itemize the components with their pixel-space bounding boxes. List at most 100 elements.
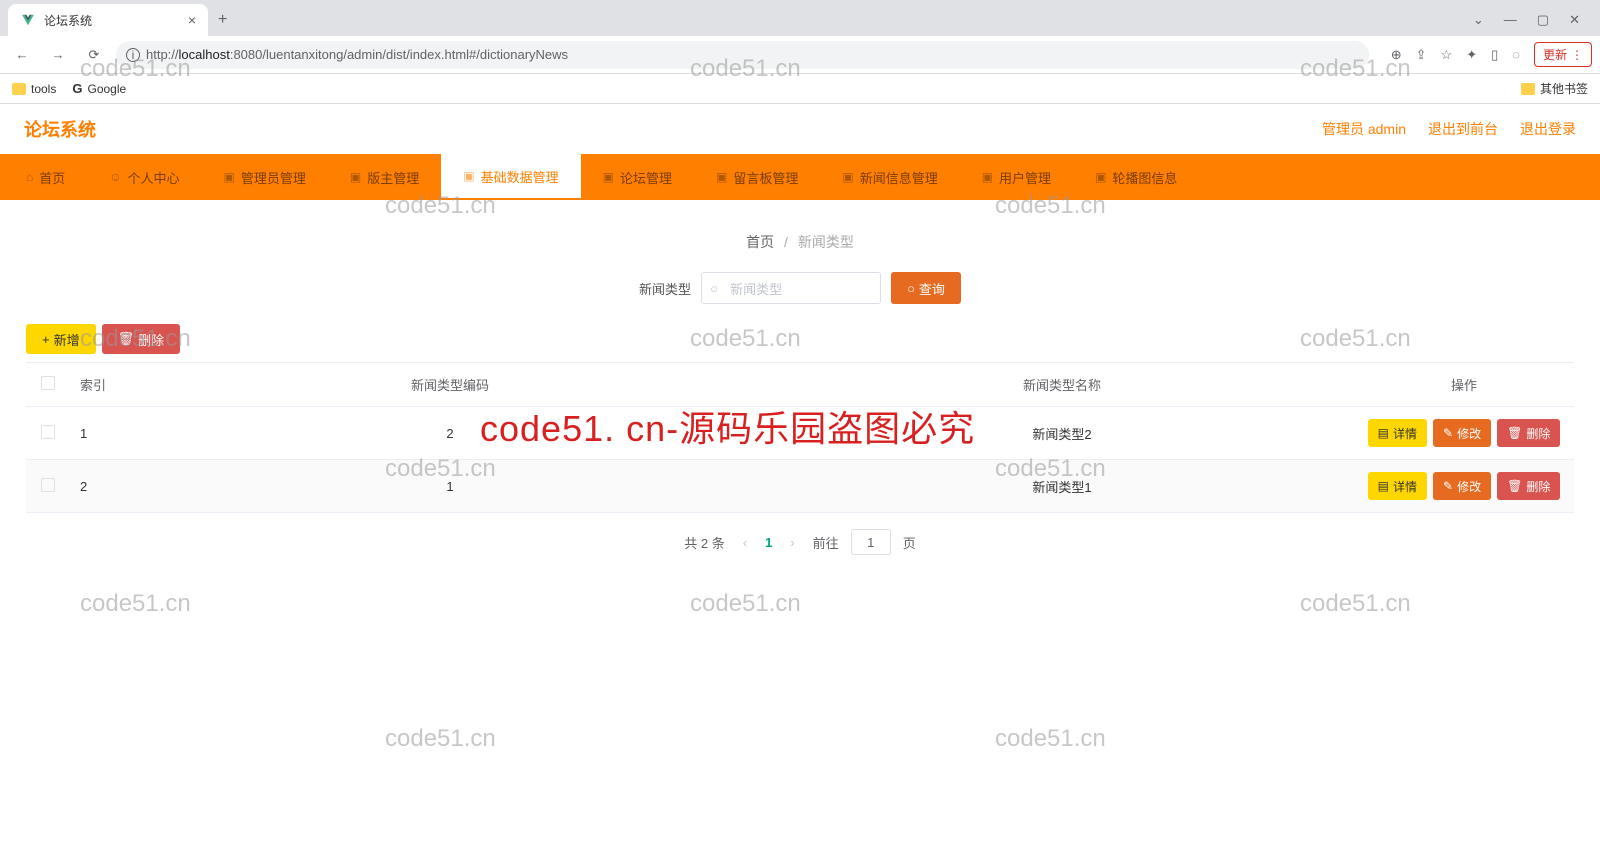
- row-checkbox[interactable]: [41, 478, 55, 492]
- chevron-down-icon[interactable]: ⌄: [1473, 12, 1484, 28]
- update-button[interactable]: 更新 ⋮: [1534, 42, 1592, 67]
- panel-icon[interactable]: ▯: [1491, 47, 1498, 63]
- vue-favicon-icon: [20, 12, 36, 28]
- header-op: 操作: [1354, 363, 1574, 407]
- watermark: code51.cn: [995, 725, 1106, 753]
- header-checkbox-col: [26, 363, 70, 407]
- nav-guestbook-mgmt[interactable]: ▣留言板管理: [694, 154, 820, 200]
- nav-label: 新闻信息管理: [860, 168, 938, 187]
- search-icon: ○: [710, 281, 718, 296]
- detail-button[interactable]: ▤详情: [1368, 472, 1427, 500]
- browser-tab[interactable]: 论坛系统 ×: [8, 4, 208, 36]
- briefcase-icon: ▣: [224, 170, 235, 184]
- zoom-icon[interactable]: ⊕: [1391, 47, 1402, 63]
- breadcrumb: 首页 / 新闻类型: [26, 220, 1574, 272]
- data-table: 索引 新闻类型编码 新闻类型名称 操作 1 2 新闻类型2 ▤详情 ✎修改: [26, 362, 1574, 513]
- nav-user-mgmt[interactable]: ▣用户管理: [960, 154, 1073, 200]
- bookmarks-bar: tools G Google 其他书签: [0, 74, 1600, 104]
- table-row: 2 1 新闻类型1 ▤详情 ✎修改 🗑删除: [26, 460, 1574, 513]
- watermark: code51.cn: [80, 590, 191, 618]
- pager-total: 共 2 条: [684, 533, 724, 552]
- forward-button[interactable]: →: [44, 41, 72, 69]
- bookmark-tools[interactable]: tools: [12, 82, 56, 96]
- url-host: localhost: [179, 47, 230, 62]
- folder-icon: [1521, 83, 1535, 95]
- add-button[interactable]: + 新增: [26, 324, 96, 354]
- nav-home[interactable]: ⌂首页: [4, 154, 87, 200]
- delete-button[interactable]: 🗑删除: [1497, 472, 1560, 500]
- extensions-icon[interactable]: ✦: [1466, 47, 1477, 63]
- search-input[interactable]: ○ 新闻类型: [701, 272, 881, 304]
- edit-button[interactable]: ✎修改: [1433, 472, 1491, 500]
- nav-moderator-mgmt[interactable]: ▣版主管理: [328, 154, 441, 200]
- close-window-icon[interactable]: ✕: [1569, 12, 1580, 28]
- trash-icon: 🗑: [1507, 426, 1522, 440]
- select-all-checkbox[interactable]: [41, 376, 55, 390]
- url-input[interactable]: i http://localhost:8080/luentanxitong/ad…: [116, 41, 1369, 69]
- detail-label: 详情: [1393, 425, 1417, 442]
- table-toolbar: + 新增 🗑 删除: [26, 324, 1574, 354]
- pager-page[interactable]: 1: [765, 535, 772, 550]
- to-front-link[interactable]: 退出到前台: [1428, 119, 1498, 139]
- pager-goto-input[interactable]: 1: [851, 529, 891, 555]
- nav-news-mgmt[interactable]: ▣ 新闻信息管理: [820, 154, 959, 200]
- edit-label: 修改: [1457, 478, 1481, 495]
- address-bar: ← → ⟳ i http://localhost:8080/luentanxit…: [0, 36, 1600, 74]
- window-controls: ⌄ — ▢ ✕: [1461, 12, 1592, 28]
- nav-basic-data[interactable]: ▣基础数据管理: [441, 154, 580, 200]
- pager-prev[interactable]: ‹: [737, 535, 753, 550]
- share-icon[interactable]: ⇪: [1416, 47, 1427, 63]
- crumb-root[interactable]: 首页: [746, 234, 774, 250]
- tab-close-icon[interactable]: ×: [188, 12, 196, 28]
- kebab-icon: ⋮: [1571, 48, 1583, 62]
- maximize-icon[interactable]: ▢: [1537, 12, 1549, 28]
- delete-button[interactable]: 🗑删除: [1497, 419, 1560, 447]
- back-button[interactable]: ←: [8, 41, 36, 69]
- cell-name: 新闻类型2: [770, 407, 1354, 460]
- header-actions: 管理员 admin 退出到前台 退出登录: [1322, 119, 1576, 139]
- nav-label: 管理员管理: [241, 168, 306, 187]
- profile-icon[interactable]: ◌: [1512, 47, 1520, 62]
- nav-menu: ⌂首页 ☺个人中心 ▣管理员管理 ▣版主管理 ▣基础数据管理 ▣论坛管理 ▣留言…: [0, 154, 1600, 200]
- nav-admin-mgmt[interactable]: ▣ 管理员管理: [202, 154, 328, 200]
- bulk-delete-button[interactable]: 🗑 删除: [102, 324, 181, 354]
- doc-icon: ▤: [1378, 479, 1389, 493]
- admin-label[interactable]: 管理员 admin: [1322, 119, 1406, 139]
- edit-button[interactable]: ✎修改: [1433, 419, 1491, 447]
- star-icon[interactable]: ☆: [1441, 47, 1453, 63]
- nav-personal[interactable]: ☺个人中心: [87, 154, 201, 200]
- briefcase-icon: ▣: [1095, 170, 1106, 184]
- minimize-icon[interactable]: —: [1504, 12, 1517, 28]
- bookmark-google[interactable]: G Google: [72, 81, 126, 96]
- content-area: 首页 / 新闻类型 新闻类型 ○ 新闻类型 ○ 查询 + 新增 🗑 删除: [0, 200, 1600, 591]
- pager-next[interactable]: ›: [784, 535, 800, 550]
- row-checkbox[interactable]: [41, 425, 55, 439]
- url-text: http://localhost:8080/luentanxitong/admi…: [146, 47, 568, 62]
- table-row: 1 2 新闻类型2 ▤详情 ✎修改 🗑删除: [26, 407, 1574, 460]
- nav-label: 用户管理: [999, 168, 1051, 187]
- header-code: 新闻类型编码: [130, 363, 770, 407]
- new-tab-button[interactable]: +: [212, 5, 233, 35]
- reload-button[interactable]: ⟳: [80, 41, 108, 69]
- tab-title: 论坛系统: [44, 12, 180, 29]
- nav-label: 留言板管理: [733, 168, 798, 187]
- address-bar-icons: �⴬ ⊕ ⇪ ☆ ✦ ▯ ◌ 更新 ⋮: [1377, 42, 1592, 67]
- cell-index: 2: [70, 460, 130, 513]
- bookmark-other[interactable]: 其他书签: [1521, 80, 1588, 97]
- table-header-row: 索引 新闻类型编码 新闻类型名称 操作: [26, 363, 1574, 407]
- nav-forum-mgmt[interactable]: ▣论坛管理: [581, 154, 694, 200]
- bookmark-label: tools: [31, 82, 56, 96]
- detail-button[interactable]: ▤详情: [1368, 419, 1427, 447]
- add-label: 新增: [54, 330, 80, 349]
- search-button[interactable]: ○ 查询: [891, 272, 961, 304]
- pencil-icon: ✎: [1443, 426, 1453, 440]
- site-info-icon[interactable]: i: [126, 48, 140, 62]
- nav-label: 个人中心: [128, 168, 180, 187]
- briefcase-icon: ▣: [603, 170, 614, 184]
- briefcase-icon: ▣: [842, 170, 853, 184]
- logout-link[interactable]: 退出登录: [1520, 119, 1576, 139]
- nav-carousel[interactable]: ▣轮播图信息: [1073, 154, 1199, 200]
- cell-name: 新闻类型1: [770, 460, 1354, 513]
- crumb-separator: /: [784, 234, 788, 250]
- search-icon: ○: [907, 281, 915, 296]
